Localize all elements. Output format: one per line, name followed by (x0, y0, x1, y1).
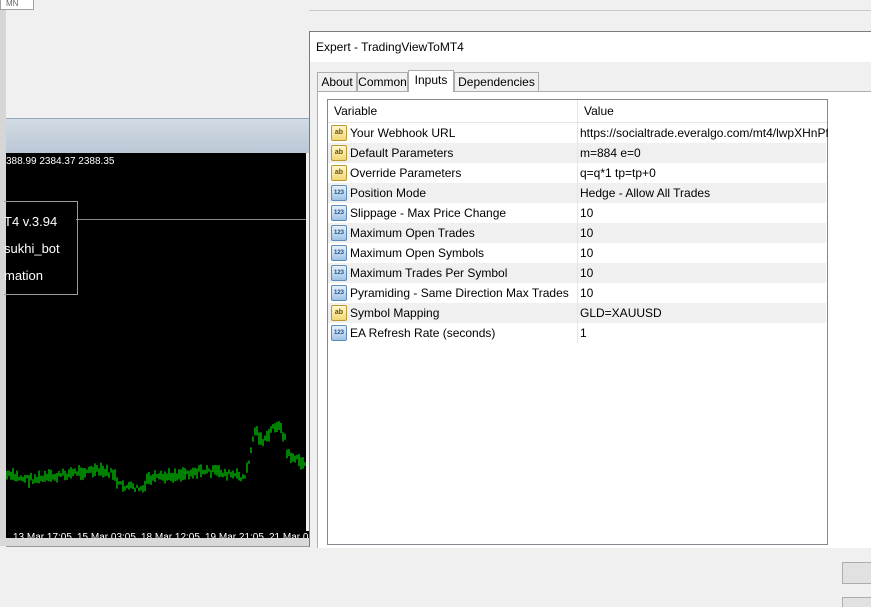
variable-name: Default Parameters (350, 146, 454, 160)
timeframe-tab-mn[interactable]: MN (0, 0, 34, 10)
value-cell[interactable]: GLD=XAUUSD (578, 303, 828, 323)
input-row[interactable]: 123 EA Refresh Rate (seconds) 1 (328, 323, 826, 343)
variable-cell[interactable]: ab Default Parameters (328, 143, 577, 163)
grid-header: Variable Value (328, 100, 827, 123)
input-row[interactable]: 123 Slippage - Max Price Change 10 (328, 203, 826, 223)
price-bars (6, 421, 306, 493)
variable-cell[interactable]: ab Your Webhook URL (328, 123, 577, 143)
input-row[interactable]: 123 Position Mode Hedge - Allow All Trades (328, 183, 826, 203)
price-chart (6, 421, 306, 493)
value-cell[interactable]: Hedge - Allow All Trades (578, 183, 828, 203)
chart-canvas[interactable]: 388.99 2384.37 2388.35 T4 v.3.94 sukhi_b… (4, 153, 309, 531)
input-row[interactable]: ab Default Parameters m=884 e=0 (328, 143, 826, 163)
tab-dependencies[interactable]: Dependencies (454, 72, 539, 91)
side-button-2[interactable] (842, 597, 871, 607)
tab-common[interactable]: Common (357, 72, 408, 91)
input-row[interactable]: 123 Maximum Trades Per Symbol 10 (328, 263, 826, 283)
inputs-grid: Variable Value ab Your Webhook URL https:/… (327, 99, 828, 545)
string-type-icon: ab (331, 165, 347, 181)
inputs-panel: Variable Value ab Your Webhook URL https:/… (317, 91, 871, 607)
variable-cell[interactable]: 123 Maximum Open Trades (328, 223, 577, 243)
variable-name: Your Webhook URL (350, 126, 456, 140)
bottom-bar (0, 538, 309, 546)
variable-cell[interactable]: 123 EA Refresh Rate (seconds) (328, 323, 577, 343)
number-type-icon: 123 (331, 245, 347, 261)
column-header-variable[interactable]: Variable (328, 100, 577, 122)
variable-name: Symbol Mapping (350, 306, 440, 320)
chart-window: 388.99 2384.37 2388.35 T4 v.3.94 sukhi_b… (4, 10, 309, 557)
variable-name: Pyramiding - Same Direction Max Trades (350, 286, 569, 300)
value-cell[interactable]: 1 (578, 323, 828, 343)
value-cell[interactable]: 10 (578, 263, 828, 283)
variable-cell[interactable]: ab Override Parameters (328, 163, 577, 183)
variable-name: Maximum Open Symbols (350, 246, 485, 260)
expert-dialog: Expert - TradingViewToMT4 About Common I… (309, 31, 871, 607)
dialog-titlebar[interactable]: Expert - TradingViewToMT4 (310, 32, 871, 62)
variable-cell[interactable]: 123 Maximum Trades Per Symbol (328, 263, 577, 283)
value-cell[interactable]: m=884 e=0 (578, 143, 828, 163)
string-type-icon: ab (331, 305, 347, 321)
input-row[interactable]: ab Override Parameters q=q*1 tp=tp+0 (328, 163, 826, 183)
value-cell[interactable]: 10 (578, 223, 828, 243)
variable-name: Maximum Open Trades (350, 226, 475, 240)
dialog-title: Expert - TradingViewToMT4 (316, 40, 464, 54)
tab-inputs[interactable]: Inputs (408, 70, 454, 92)
value-cell[interactable]: 10 (578, 283, 828, 303)
tab-about[interactable]: About (317, 72, 357, 91)
variable-name: Override Parameters (350, 166, 462, 180)
input-row[interactable]: 123 Pyramiding - Same Direction Max Trade… (328, 283, 826, 303)
variable-name: EA Refresh Rate (seconds) (350, 326, 496, 340)
input-row[interactable]: 123 Maximum Open Symbols 10 (328, 243, 826, 263)
variable-cell[interactable]: 123 Position Mode (328, 183, 577, 203)
variable-cell[interactable]: ab Symbol Mapping (328, 303, 577, 323)
number-type-icon: 123 (331, 225, 347, 241)
variable-name: Slippage - Max Price Change (350, 206, 507, 220)
input-row[interactable]: 123 Maximum Open Trades 10 (328, 223, 826, 243)
variable-name: Maximum Trades Per Symbol (350, 266, 508, 280)
variable-cell[interactable]: 123 Slippage - Max Price Change (328, 203, 577, 223)
column-header-value[interactable]: Value (578, 100, 826, 122)
number-type-icon: 123 (331, 325, 347, 341)
value-cell[interactable]: 10 (578, 203, 828, 223)
input-row[interactable]: ab Symbol Mapping GLD=XAUUSD (328, 303, 826, 323)
value-cell[interactable]: 10 (578, 243, 828, 263)
value-cell[interactable]: q=q*1 tp=tp+0 (578, 163, 828, 183)
chart-titlebar[interactable] (6, 118, 309, 156)
string-type-icon: ab (331, 125, 347, 141)
chart-bottom-bar (6, 546, 309, 557)
input-row[interactable]: ab Your Webhook URL https://socialtrade.ev… (328, 123, 828, 143)
string-type-icon: ab (331, 145, 347, 161)
side-button[interactable] (842, 562, 871, 584)
value-cell[interactable]: https://socialtrade.everalgo.com/mt4/lwp… (578, 123, 828, 143)
number-type-icon: 123 (331, 185, 347, 201)
number-type-icon: 123 (331, 205, 347, 221)
variable-name: Position Mode (350, 186, 427, 200)
variable-cell[interactable]: 123 Maximum Open Symbols (328, 243, 577, 263)
variable-cell[interactable]: 123 Pyramiding - Same Direction Max Trade… (328, 283, 577, 303)
number-type-icon: 123 (331, 265, 347, 281)
number-type-icon: 123 (331, 285, 347, 301)
